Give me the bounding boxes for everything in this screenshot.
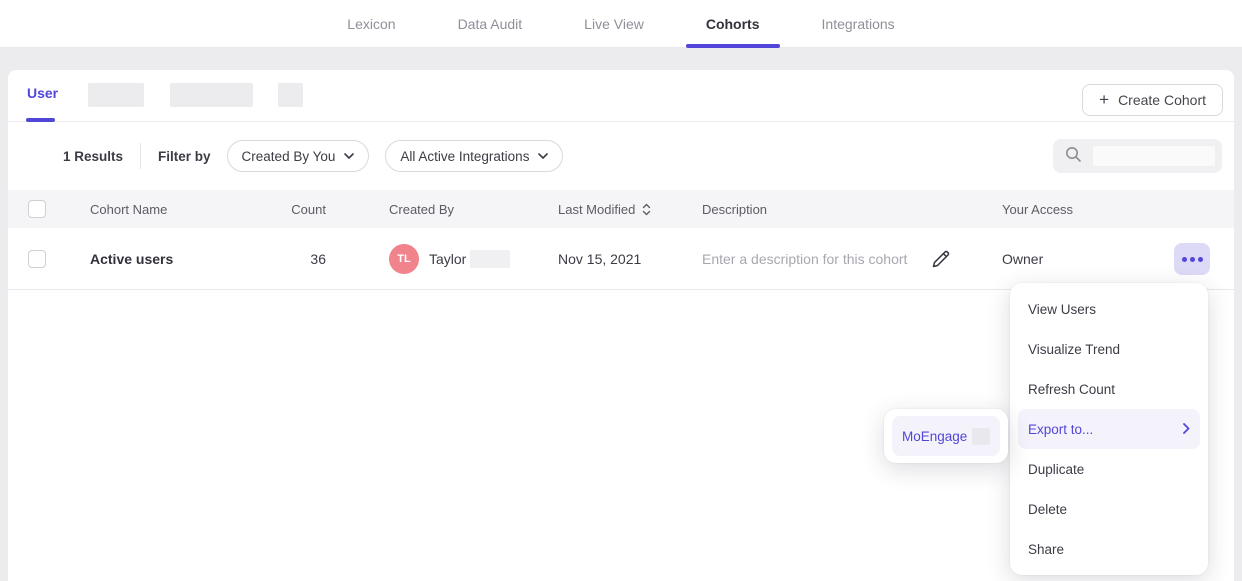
tab-user[interactable]: User [27,85,58,101]
created-by-dropdown-value: Created By You [242,149,336,164]
redacted-tab-placeholder [68,83,88,107]
description-placeholder[interactable]: Enter a description for this cohort [702,228,907,289]
export-submenu: MoEngage [884,409,1008,463]
redacted-submenu-text [972,428,990,445]
table-row: Active users 36 TL Taylor Nov 15, 2021 E… [8,228,1234,290]
nav-item-live-view[interactable]: Live View [564,0,664,47]
top-nav: Lexicon Data Audit Live View Cohorts Int… [0,0,1242,48]
created-by-dropdown[interactable]: Created By You [227,140,370,172]
sort-icon[interactable] [642,203,651,216]
header-your-access: Your Access [1002,190,1073,228]
results-count: 1 Results [63,149,123,164]
row-actions-button[interactable] [1174,243,1210,275]
header-cohort-name: Cohort Name [90,190,167,228]
avatar: TL [389,244,419,274]
nav-item-integrations[interactable]: Integrations [802,0,915,47]
redacted-tab[interactable] [88,83,144,107]
menu-item-share[interactable]: Share [1018,529,1200,569]
redacted-tab-placeholder [144,83,170,107]
menu-item-duplicate[interactable]: Duplicate [1018,449,1200,489]
chevron-down-icon [344,153,354,159]
search-input[interactable] [1053,139,1222,173]
header-count: Count [236,190,326,228]
header-created-by: Created By [389,190,454,228]
nav-item-cohorts[interactable]: Cohorts [686,0,780,47]
redacted-tab[interactable] [278,83,303,107]
filter-bar: 1 Results Filter by Created By You All A… [8,122,1234,190]
header-description: Description [702,190,767,228]
row-checkbox[interactable] [28,250,46,268]
created-by-cell: TL Taylor [389,228,510,289]
more-options-icon [1182,257,1187,262]
redacted-last-name [470,250,510,268]
header-last-modified[interactable]: Last Modified [558,190,651,228]
integrations-dropdown-value: All Active Integrations [400,149,529,164]
chevron-down-icon [538,153,548,159]
last-modified-date: Nov 15, 2021 [558,228,641,289]
submenu-item-moengage[interactable]: MoEngage [892,416,1000,456]
access-level: Owner [1002,228,1043,289]
redacted-tab[interactable] [170,83,253,107]
menu-item-refresh-count[interactable]: Refresh Count [1018,369,1200,409]
menu-item-delete[interactable]: Delete [1018,489,1200,529]
edit-description-icon[interactable] [930,249,951,273]
redacted-tab-placeholder [253,83,276,107]
cohort-count: 36 [236,228,326,289]
cohort-type-tabs: User + Create Cohort [8,70,1234,122]
filter-by-label: Filter by [158,149,211,164]
menu-item-visualize-trend[interactable]: Visualize Trend [1018,329,1200,369]
create-cohort-button[interactable]: + Create Cohort [1082,84,1223,116]
menu-item-export-to[interactable]: Export to... [1018,409,1200,449]
cohort-name[interactable]: Active users [90,228,173,289]
nav-item-lexicon[interactable]: Lexicon [327,0,415,47]
nav-item-data-audit[interactable]: Data Audit [438,0,543,47]
menu-item-view-users[interactable]: View Users [1018,289,1200,329]
integrations-dropdown[interactable]: All Active Integrations [385,140,563,172]
select-all-checkbox[interactable] [28,200,46,218]
header-last-modified-label: Last Modified [558,202,635,217]
create-cohort-label: Create Cohort [1118,92,1206,108]
search-icon [1064,145,1082,168]
row-actions-menu: View Users Visualize Trend Refresh Count… [1010,283,1208,575]
divider [140,143,141,169]
redacted-search-text [1093,146,1215,166]
plus-icon: + [1099,91,1109,108]
creator-name: Taylor [429,251,466,267]
table-header: Cohort Name Count Created By Last Modifi… [8,190,1234,228]
chevron-right-icon [1183,422,1190,437]
